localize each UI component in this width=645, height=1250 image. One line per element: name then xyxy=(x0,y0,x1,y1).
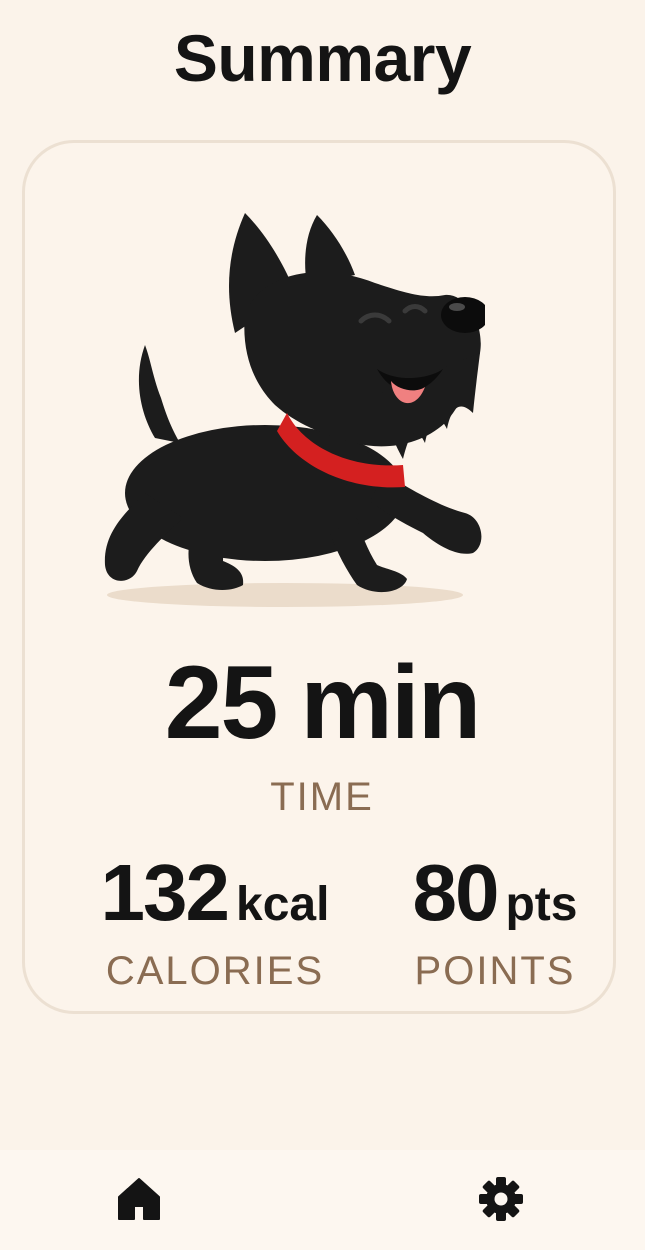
calories-value-line: 132 kcal xyxy=(65,853,365,933)
points-value-line: 80 pts xyxy=(375,853,615,933)
page-title: Summary xyxy=(173,21,472,95)
calories-value: 132 xyxy=(100,848,230,937)
summary-card: 25 min TIME 132 kcal CALORIES 80 pts POINTS xyxy=(22,140,616,1014)
calories-label: CALORIES xyxy=(105,949,325,993)
time-value-line: 25 min xyxy=(25,651,619,755)
points-label: POINTS xyxy=(414,949,576,993)
settings-nav-button[interactable] xyxy=(476,1174,526,1224)
time-metric: 25 min TIME xyxy=(25,651,619,820)
points-unit: pts xyxy=(505,878,578,931)
scottie-dog-illustration xyxy=(104,213,485,607)
home-icon xyxy=(118,1178,160,1220)
points-value: 80 xyxy=(412,848,500,937)
time-value: 25 xyxy=(164,645,279,761)
gear-icon xyxy=(479,1177,523,1221)
home-nav-button[interactable] xyxy=(114,1174,164,1224)
time-unit: min xyxy=(300,645,481,761)
points-metric: 80 pts POINTS xyxy=(375,853,615,994)
calories-metric: 132 kcal CALORIES xyxy=(65,853,365,994)
calories-unit: kcal xyxy=(236,878,330,931)
bottom-nav xyxy=(0,1150,645,1250)
time-label: TIME xyxy=(270,775,374,819)
